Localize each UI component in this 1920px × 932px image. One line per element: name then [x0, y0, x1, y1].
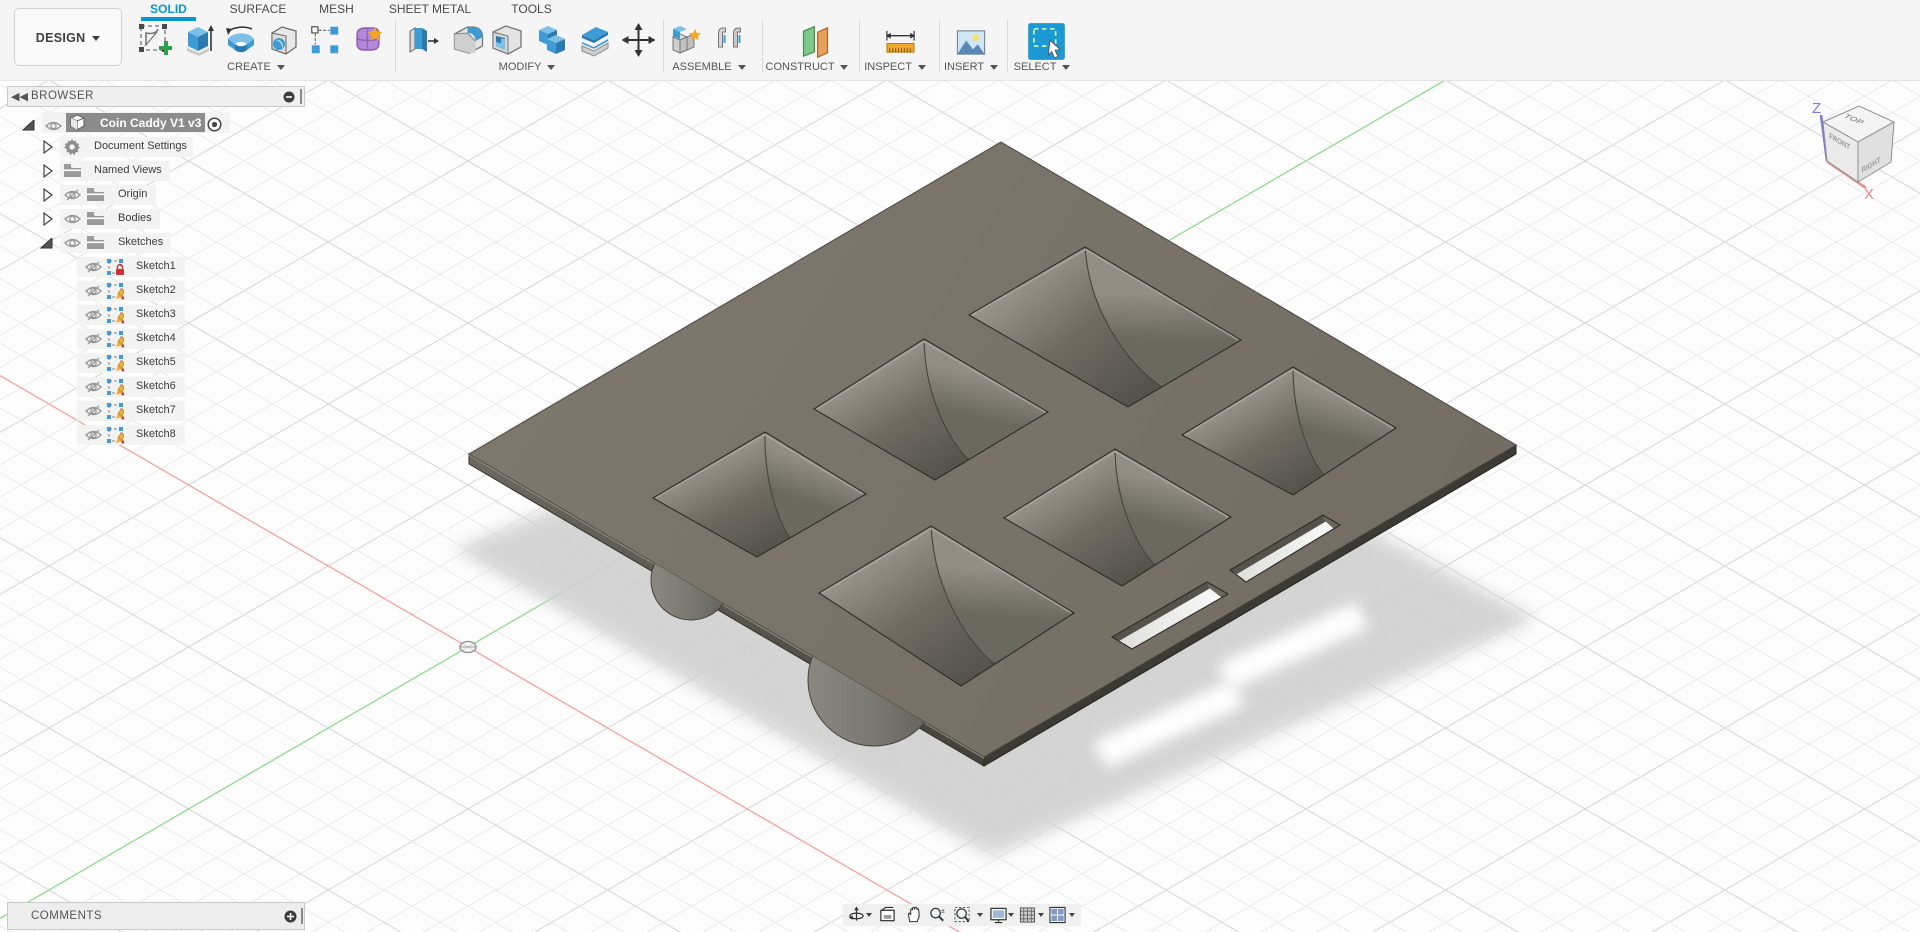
svg-text:±: ± — [941, 908, 945, 915]
svg-text:X: X — [1864, 186, 1874, 203]
svg-text:Z: Z — [1812, 100, 1821, 117]
